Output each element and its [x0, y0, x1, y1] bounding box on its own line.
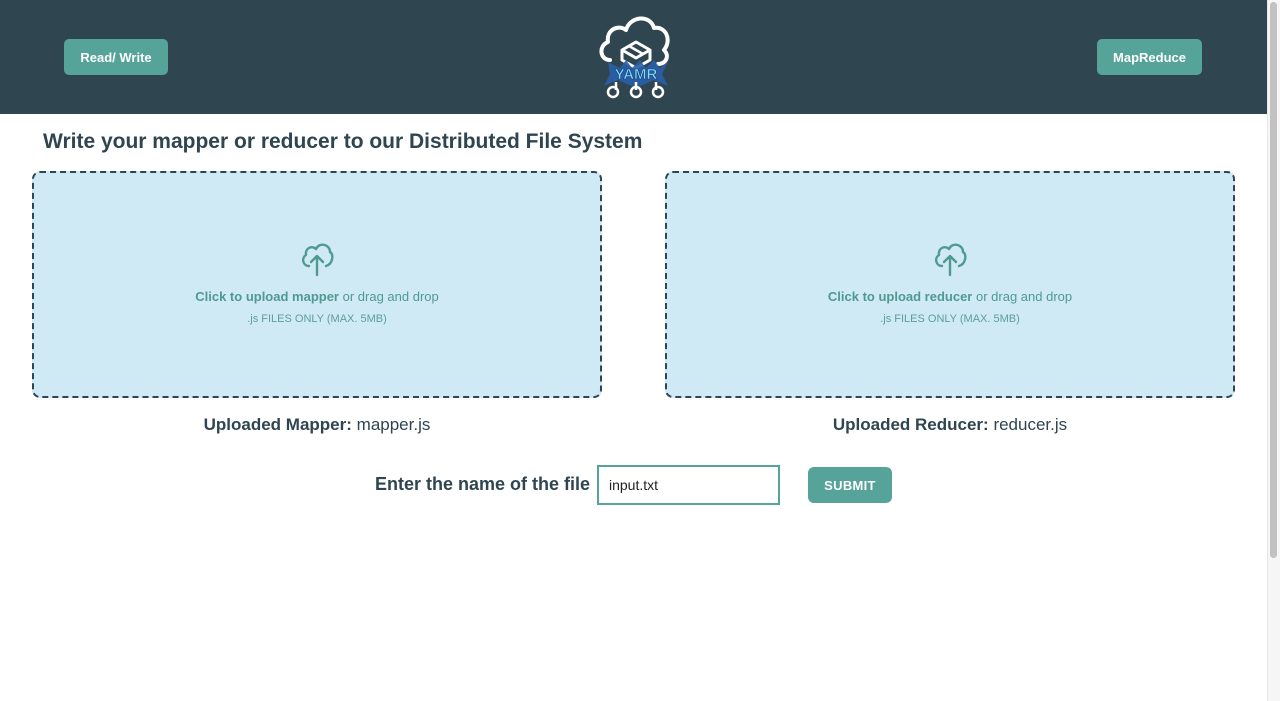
- reducer-dropzone[interactable]: Click to upload reducer or drag and drop…: [665, 171, 1235, 398]
- uploaded-mapper-filename: mapper.js: [356, 415, 431, 434]
- mapreduce-button[interactable]: MapReduce: [1097, 39, 1202, 75]
- reducer-upload-text[interactable]: Click to upload reducer or drag and drop: [667, 289, 1233, 304]
- reducer-upload-rest: or drag and drop: [972, 289, 1073, 304]
- mapper-upload-hint: .js FILES ONLY (MAX. 5MB): [247, 313, 387, 325]
- file-name-label: Enter the name of the file: [375, 474, 591, 494]
- reducer-upload-hint: .js FILES ONLY (MAX. 5MB): [880, 313, 1020, 325]
- mapper-upload-link[interactable]: Click to upload mapper: [195, 289, 339, 304]
- mapper-upload-rest: or drag and drop: [339, 289, 439, 304]
- top-header: Read/ Write YAMR MapReduce: [0, 0, 1267, 114]
- uploaded-reducer-status: Uploaded Reducer: reducer.js: [665, 415, 1235, 435]
- reducer-upload-link[interactable]: Click to upload reducer: [828, 289, 972, 304]
- uploaded-mapper-status: Uploaded Mapper: mapper.js: [32, 415, 602, 435]
- yamr-logo[interactable]: YAMR: [596, 10, 676, 104]
- uploaded-reducer-label: Uploaded Reducer:: [832, 415, 989, 434]
- uploaded-reducer-filename: reducer.js: [993, 415, 1068, 434]
- logo-text: YAMR: [615, 66, 658, 83]
- page-title: Write your mapper or reducer to our Dist…: [43, 130, 643, 153]
- cloud-upload-icon: [934, 243, 967, 277]
- mapper-dropzone[interactable]: Click to upload mapper or drag and drop …: [32, 171, 602, 398]
- uploaded-mapper-label: Uploaded Mapper:: [203, 415, 352, 434]
- mapper-upload-text[interactable]: Click to upload mapper or drag and drop: [34, 289, 600, 304]
- cloud-upload-icon: [301, 243, 334, 277]
- scrollbar-thumb[interactable]: [1270, 2, 1277, 558]
- submit-button[interactable]: SUBMIT: [808, 467, 892, 503]
- file-name-input[interactable]: [597, 465, 780, 505]
- read-write-button[interactable]: Read/ Write: [64, 39, 168, 75]
